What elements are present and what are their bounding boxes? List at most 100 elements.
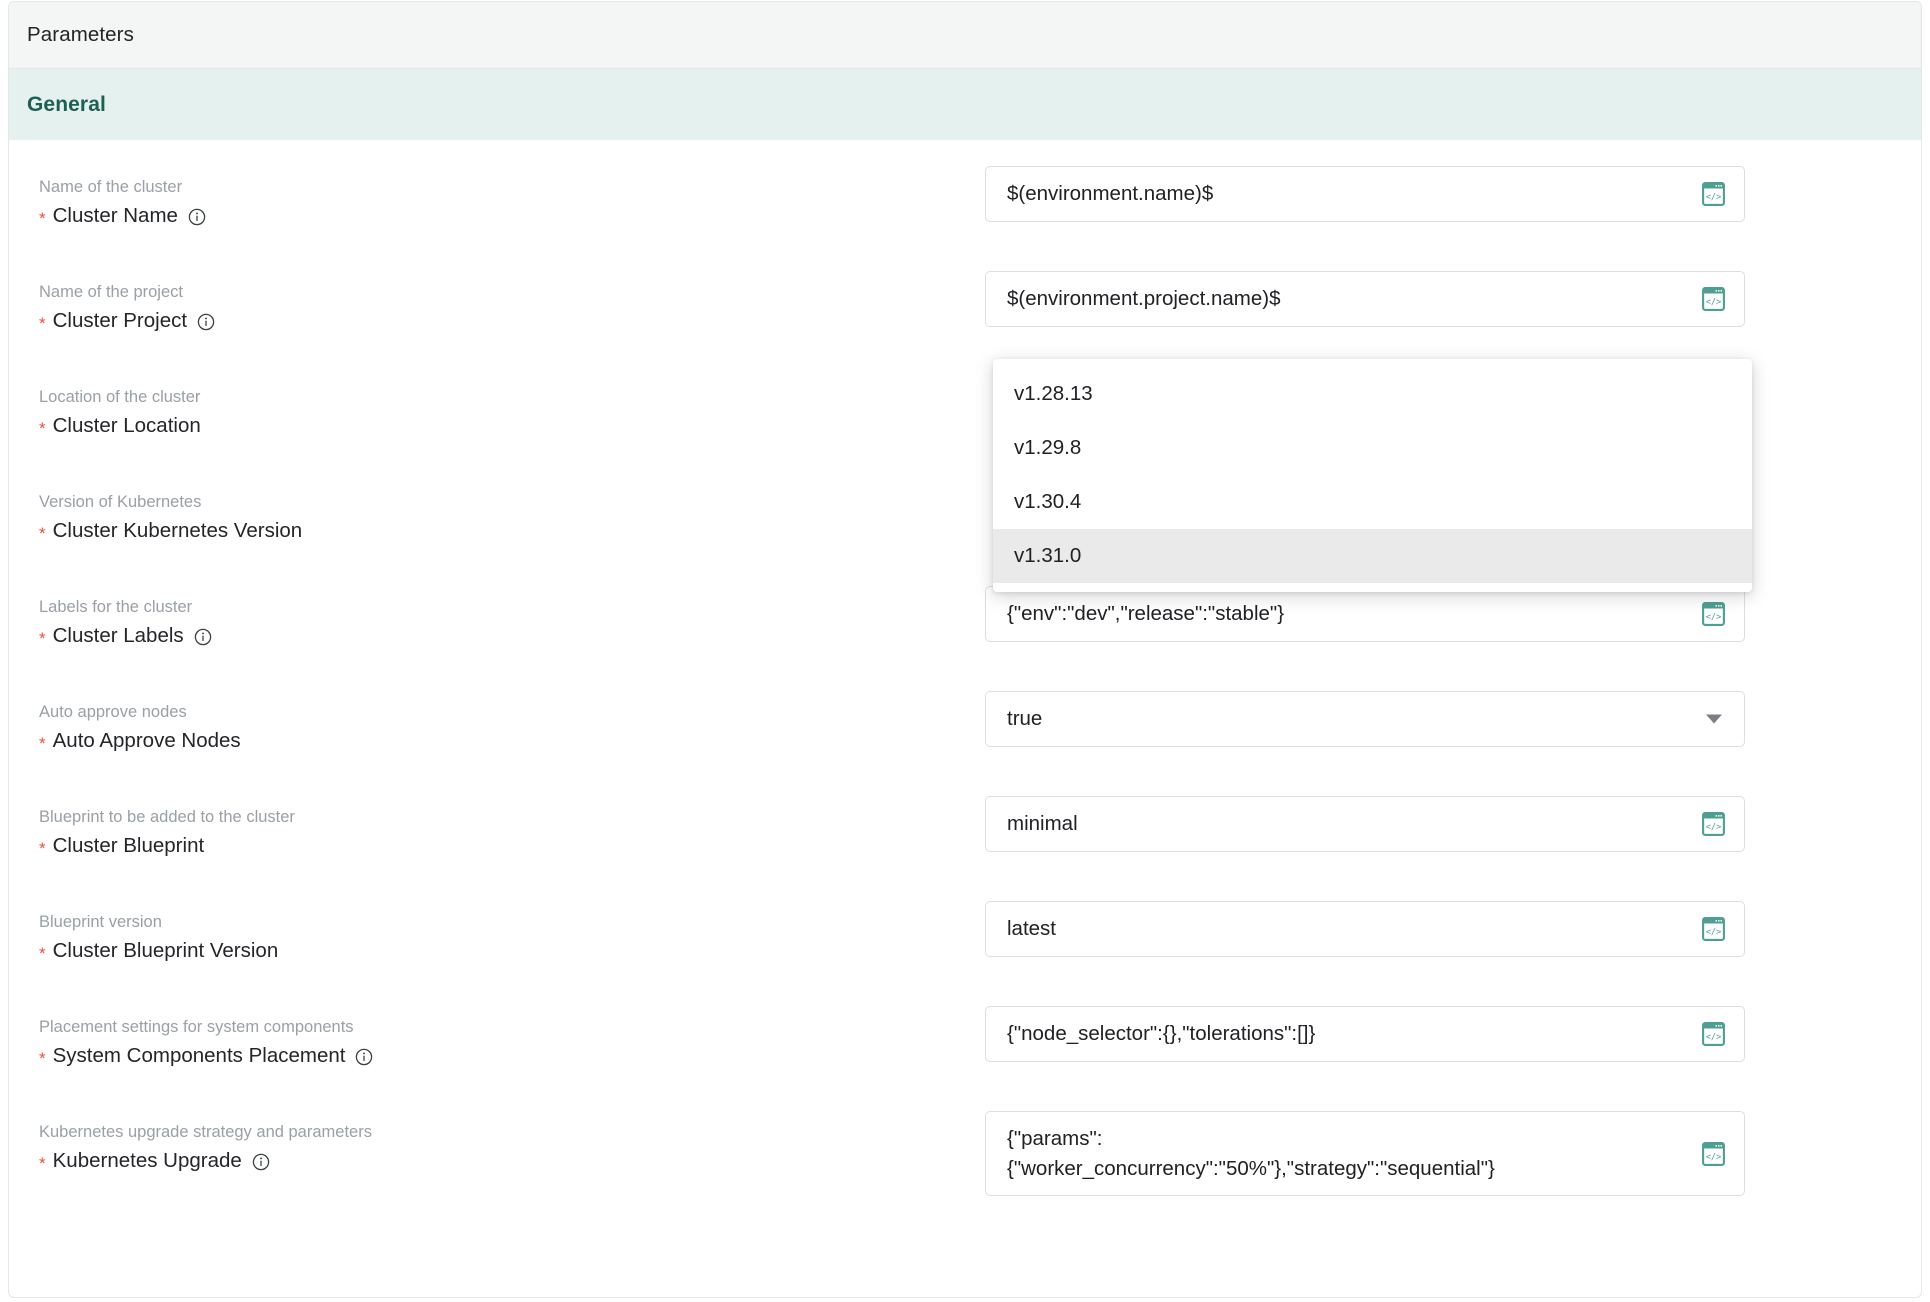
dropdown-option-v1-29-8[interactable]: v1.29.8 xyxy=(993,421,1752,475)
field-description: Kubernetes upgrade strategy and paramete… xyxy=(39,1123,372,1141)
required-asterisk: * xyxy=(39,209,46,228)
code-editor-icon[interactable]: </> xyxy=(1702,602,1725,626)
dropdown-option-v1-30-4[interactable]: v1.30.4 xyxy=(993,475,1752,529)
page-title: Parameters xyxy=(27,23,134,46)
field-label-group: Version of Kubernetes * Cluster Kubernet… xyxy=(9,469,985,544)
field-control: true xyxy=(985,679,1745,747)
cluster-blueprint-version-input[interactable]: latest </> xyxy=(985,901,1745,957)
svg-text:</>: </> xyxy=(1706,613,1722,623)
field-label-group: Blueprint version * Cluster Blueprint Ve… xyxy=(9,889,985,964)
field-label: Cluster Labels xyxy=(52,624,184,647)
field-description: Name of the cluster xyxy=(39,178,183,196)
svg-text:</>: </> xyxy=(1706,298,1722,308)
field-label: Cluster Kubernetes Version xyxy=(52,519,303,542)
svg-text:</>: </> xyxy=(1706,823,1722,833)
field-label: Cluster Blueprint xyxy=(52,834,205,857)
field-label-group: Name of the project * Cluster Project xyxy=(9,259,985,334)
field-description: Auto approve nodes xyxy=(39,703,187,721)
field-label: Auto Approve Nodes xyxy=(52,729,241,752)
field-label: Kubernetes Upgrade xyxy=(52,1149,242,1172)
svg-text:</>: </> xyxy=(1706,928,1722,938)
field-label-group: Placement settings for system components… xyxy=(9,994,985,1069)
kubernetes-version-dropdown[interactable]: v1.28.13 v1.29.8 v1.30.4 v1.31.0 xyxy=(993,359,1752,592)
input-value: minimal xyxy=(1007,812,1078,835)
field-control: latest </> xyxy=(985,889,1745,957)
required-asterisk: * xyxy=(39,524,46,543)
chevron-down-icon[interactable] xyxy=(1706,714,1722,724)
field-label: Cluster Project xyxy=(52,309,188,332)
dropdown-option-v1-31-0[interactable]: v1.31.0 xyxy=(993,529,1752,583)
required-asterisk: * xyxy=(39,629,46,648)
field-description: Name of the project xyxy=(39,283,183,301)
field-label-group: Auto approve nodes * Auto Approve Nodes xyxy=(9,679,985,754)
field-control: {"node_selector":{},"tolerations":[]} </… xyxy=(985,994,1745,1062)
field-label-group: Name of the cluster * Cluster Name xyxy=(9,154,985,229)
field-title-line: * System Components Placement xyxy=(39,1043,985,1069)
info-icon[interactable] xyxy=(197,313,215,331)
field-description: Blueprint to be added to the cluster xyxy=(39,808,295,826)
field-control: $(environment.name)$ </> xyxy=(985,154,1745,222)
parameters-form: Name of the cluster * Cluster Name $(env… xyxy=(9,140,1921,1204)
input-value: {"node_selector":{},"tolerations":[]} xyxy=(1007,1022,1316,1045)
code-editor-icon[interactable]: </> xyxy=(1702,917,1725,941)
cluster-blueprint-input[interactable]: minimal </> xyxy=(985,796,1745,852)
form-field-cluster-project: Name of the project * Cluster Project $(… xyxy=(9,259,1921,364)
field-control: {"params": {"worker_concurrency":"50%"},… xyxy=(985,1099,1745,1196)
field-label-group: Blueprint to be added to the cluster * C… xyxy=(9,784,985,859)
required-asterisk: * xyxy=(39,419,46,438)
code-editor-icon[interactable]: </> xyxy=(1702,287,1725,311)
field-title-line: * Cluster Name xyxy=(39,203,985,229)
input-value: {"env":"dev","release":"stable"} xyxy=(1007,602,1285,625)
field-label-group: Labels for the cluster * Cluster Labels xyxy=(9,574,985,649)
info-icon[interactable] xyxy=(355,1048,373,1066)
system-components-placement-input[interactable]: {"node_selector":{},"tolerations":[]} </… xyxy=(985,1006,1745,1062)
code-editor-icon[interactable]: </> xyxy=(1702,812,1725,836)
form-field-cluster-name: Name of the cluster * Cluster Name $(env… xyxy=(9,154,1921,259)
field-label: Cluster Name xyxy=(52,204,178,227)
field-title-line: * Cluster Labels xyxy=(39,623,985,649)
field-control: minimal </> xyxy=(985,784,1745,852)
field-title-line: * Cluster Blueprint xyxy=(39,833,985,859)
input-value: $(environment.name)$ xyxy=(1007,182,1214,205)
field-description: Blueprint version xyxy=(39,913,162,931)
field-title-line: * Auto Approve Nodes xyxy=(39,728,985,754)
field-control: $(environment.project.name)$ </> xyxy=(985,259,1745,327)
dropdown-option-v1-28-13[interactable]: v1.28.13 xyxy=(993,367,1752,421)
parameters-card: Parameters General Name of the cluster *… xyxy=(8,1,1922,1298)
field-description: Labels for the cluster xyxy=(39,598,193,616)
cluster-labels-input[interactable]: {"env":"dev","release":"stable"} </> xyxy=(985,586,1745,642)
code-editor-icon[interactable]: </> xyxy=(1702,1141,1725,1166)
svg-text:</>: </> xyxy=(1706,193,1722,203)
field-title-line: * Cluster Blueprint Version xyxy=(39,938,985,964)
svg-text:</>: </> xyxy=(1706,1152,1722,1162)
required-asterisk: * xyxy=(39,1154,46,1173)
info-icon[interactable] xyxy=(194,628,212,646)
cluster-project-input[interactable]: $(environment.project.name)$ </> xyxy=(985,271,1745,327)
form-field-cluster-blueprint: Blueprint to be added to the cluster * C… xyxy=(9,784,1921,889)
card-header: Parameters xyxy=(9,2,1921,69)
form-field-kubernetes-upgrade: Kubernetes upgrade strategy and paramete… xyxy=(9,1099,1921,1204)
code-editor-icon[interactable]: </> xyxy=(1702,1022,1725,1046)
info-icon[interactable] xyxy=(252,1153,270,1171)
cluster-name-input[interactable]: $(environment.name)$ </> xyxy=(985,166,1745,222)
auto-approve-nodes-select[interactable]: true xyxy=(985,691,1745,747)
field-title-line: * Cluster Location xyxy=(39,413,985,439)
kubernetes-upgrade-input[interactable]: {"params": {"worker_concurrency":"50%"},… xyxy=(985,1111,1745,1196)
field-label-group: Kubernetes upgrade strategy and paramete… xyxy=(9,1099,985,1174)
required-asterisk: * xyxy=(39,839,46,858)
input-value: latest xyxy=(1007,917,1056,940)
field-label-group: Location of the cluster * Cluster Locati… xyxy=(9,364,985,439)
field-title-line: * Cluster Kubernetes Version xyxy=(39,518,985,544)
required-asterisk: * xyxy=(39,734,46,753)
info-icon[interactable] xyxy=(188,208,206,226)
input-value: $(environment.project.name)$ xyxy=(1007,287,1281,310)
section-header-general: General xyxy=(9,69,1921,140)
code-editor-icon[interactable]: </> xyxy=(1702,182,1725,206)
required-asterisk: * xyxy=(39,1049,46,1068)
field-description: Placement settings for system components xyxy=(39,1018,354,1036)
field-title-line: * Kubernetes Upgrade xyxy=(39,1148,985,1174)
field-description: Location of the cluster xyxy=(39,388,201,406)
input-value: {"params": {"worker_concurrency":"50%"},… xyxy=(1007,1126,1495,1180)
form-field-system-components-placement: Placement settings for system components… xyxy=(9,994,1921,1099)
form-field-auto-approve-nodes: Auto approve nodes * Auto Approve Nodes … xyxy=(9,679,1921,784)
